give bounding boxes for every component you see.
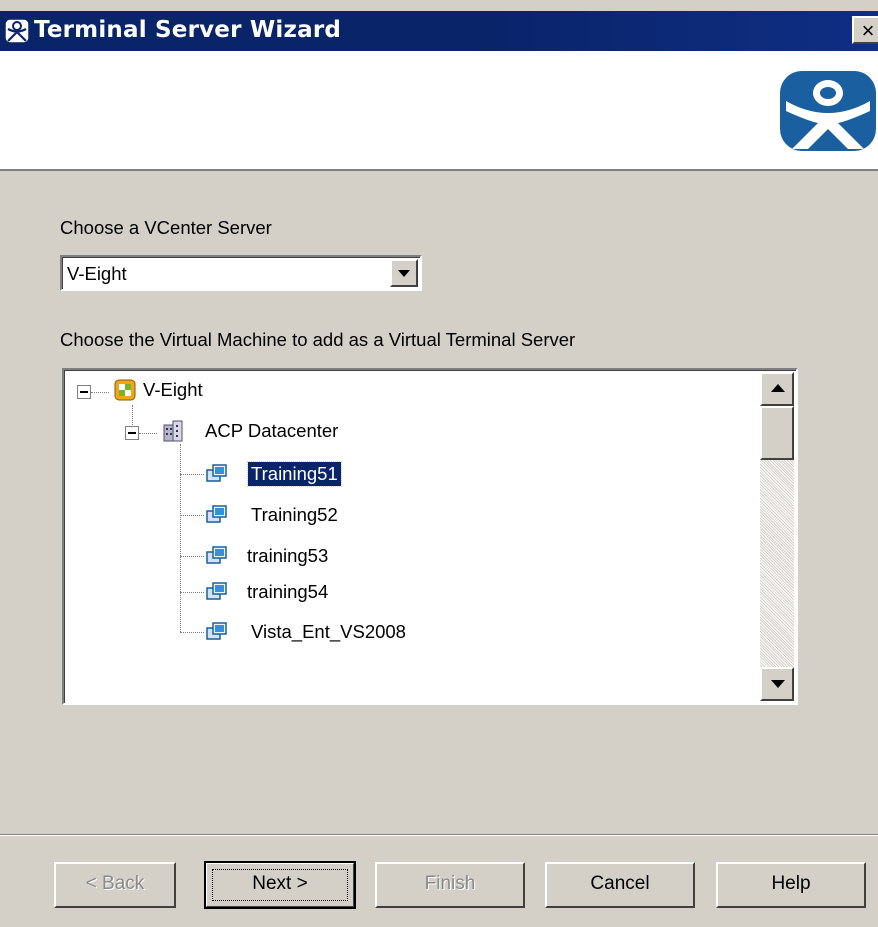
virtual-machine-icon <box>206 582 227 600</box>
chevron-down-icon[interactable] <box>390 259 418 287</box>
wizard-header <box>0 51 878 171</box>
vm-label: Choose the Virtual Machine to add as a V… <box>60 329 576 350</box>
tree-node-label: Training51 <box>247 461 342 487</box>
title-bar[interactable]: Terminal Server Wizard × <box>0 11 878 51</box>
wizard-logo-icon <box>4 18 30 44</box>
scroll-up-arrow-icon[interactable] <box>760 372 794 406</box>
virtual-machine-icon <box>206 464 227 482</box>
footer-divider <box>0 834 878 836</box>
next-button[interactable]: Next > <box>204 861 356 909</box>
tree-line <box>180 592 204 593</box>
virtual-machine-icon <box>206 505 227 523</box>
vcenter-select[interactable]: V-Eight <box>60 255 422 291</box>
finish-button[interactable]: Finish <box>375 862 525 908</box>
back-button[interactable]: < Back <box>54 862 176 908</box>
virtual-machine-icon <box>206 546 227 564</box>
tree-node-datacenter[interactable]: ACP Datacenter <box>162 415 382 445</box>
tree-node-label: training54 <box>247 581 329 602</box>
tree-node-label: ACP Datacenter <box>205 420 339 441</box>
tree-line <box>180 474 204 475</box>
tree-line <box>139 433 157 434</box>
next-button-label: Next > <box>252 873 308 894</box>
cancel-button-label: Cancel <box>590 873 650 894</box>
tree-node-vm[interactable]: training53 <box>206 540 446 570</box>
tree-node-label: training53 <box>247 545 329 566</box>
tree-node-vm[interactable]: Training52 <box>206 499 446 529</box>
help-button-label: Help <box>771 873 811 894</box>
tree-node-vm[interactable]: training54 <box>206 576 446 606</box>
close-button[interactable]: × <box>852 16 878 44</box>
tree-line <box>180 515 204 516</box>
vcenter-label: Choose a VCenter Server <box>60 217 272 238</box>
tree-line <box>180 632 204 633</box>
datacenter-icon <box>163 420 183 442</box>
tree-node-vm[interactable]: Vista_Ent_VS2008 <box>206 616 506 646</box>
cancel-button[interactable]: Cancel <box>545 862 695 908</box>
tree-line <box>180 556 204 557</box>
tree-node-vm[interactable]: Training51 <box>206 458 446 488</box>
tree-node-label: V-Eight <box>143 379 203 400</box>
help-button[interactable]: Help <box>716 862 866 908</box>
thinmanager-logo-icon <box>780 71 876 151</box>
tree-line <box>180 444 181 632</box>
wizard-window: Terminal Server Wizard × Choose a VCente… <box>0 0 878 927</box>
finish-button-label: Finish <box>424 873 476 894</box>
tree-node-label: Training52 <box>251 504 338 525</box>
scroll-thumb[interactable] <box>760 406 794 460</box>
tree-line <box>91 392 109 393</box>
tree-line <box>132 405 133 427</box>
back-button-label: < Back <box>85 873 145 894</box>
scroll-down-arrow-icon[interactable] <box>760 667 794 701</box>
tree-scrollbar[interactable] <box>760 372 794 701</box>
window-title: Terminal Server Wizard <box>34 17 342 43</box>
vcenter-icon <box>114 379 136 401</box>
virtual-machine-icon <box>206 622 227 640</box>
vm-tree[interactable]: V-Eight ACP Datacenter Training51 Traini… <box>62 368 798 705</box>
tree-node-root[interactable]: V-Eight <box>114 374 314 404</box>
tree-node-label: Vista_Ent_VS2008 <box>251 621 406 642</box>
vcenter-select-value: V-Eight <box>67 263 127 284</box>
collapse-icon[interactable] <box>77 385 91 399</box>
collapse-icon[interactable] <box>125 426 139 440</box>
